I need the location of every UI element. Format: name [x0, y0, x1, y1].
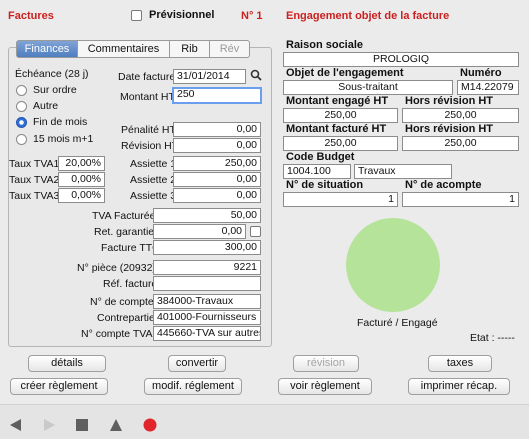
date-facture-label: Date facture [118, 71, 176, 83]
montant-ht-field[interactable]: 250 [172, 87, 262, 104]
compte-tva-label: N° compte TVA [81, 328, 153, 340]
echeance-label: Échéance (28 j) [15, 68, 89, 80]
radio-fin-de-mois-label: Fin de mois [33, 116, 88, 128]
raison-sociale-field[interactable]: PROLOGIQ [283, 52, 519, 67]
revision-label: Révision HT [121, 140, 179, 152]
etat-label: Etat : ----- [470, 332, 515, 344]
piece-label: N° pièce (20932) [77, 262, 156, 274]
modif-reglement-button[interactable]: modif. réglement [144, 378, 242, 395]
radio-15-mois-label: 15 mois m+1 [33, 133, 94, 145]
taux-tva2-field[interactable]: 0,00% [58, 172, 105, 187]
situation-field[interactable]: 1 [283, 192, 398, 207]
contrepartie-label: Contrepartie [97, 312, 155, 324]
code-budget-field[interactable]: 1004.100 [283, 164, 351, 179]
tab-finances[interactable]: Finances [16, 40, 78, 58]
record-icon[interactable] [143, 418, 157, 432]
taxes-button[interactable]: taxes [428, 355, 492, 372]
code-budget-desc[interactable]: Travaux [354, 164, 452, 179]
radio-sur-ordre-label: Sur ordre [33, 84, 77, 96]
radio-fin-de-mois[interactable] [16, 117, 27, 128]
montant-engage-label: Montant engagé HT [286, 95, 389, 107]
voir-reglement-button[interactable]: voir règlement [278, 378, 372, 395]
taux-tva3-label: Taux TVA3 [9, 190, 60, 202]
imprimer-recap-button[interactable]: imprimer récap. [408, 378, 510, 395]
date-facture-field[interactable]: 31/01/2014 [173, 69, 246, 84]
compte-tva-field[interactable]: 445660-TVA sur autres b [153, 326, 261, 341]
hors-revision-field-2[interactable]: 250,00 [402, 136, 519, 151]
facture-ttc-label: Facture TTC [101, 242, 160, 254]
engagement-title: Engagement objet de la facture [286, 10, 450, 22]
tab-commentaires[interactable]: Commentaires [78, 40, 170, 58]
details-button[interactable]: détails [28, 355, 106, 372]
radio-autre-label: Autre [33, 100, 59, 112]
numero-field[interactable]: M14.22079 [457, 80, 519, 95]
compte-label: N° de compte [90, 296, 154, 308]
revision-field[interactable]: 0,00 [173, 138, 261, 153]
objet-label: Objet de l'engagement [286, 67, 404, 79]
radio-15-mois[interactable] [16, 134, 27, 145]
up-icon[interactable] [109, 418, 123, 432]
stop-icon[interactable] [75, 418, 89, 432]
ret-garantie-label: Ret. garantie [94, 226, 155, 238]
penalite-field[interactable]: 0,00 [173, 122, 261, 137]
assiette1-field[interactable]: 250,00 [173, 156, 261, 171]
taux-tva1-label: Taux TVA1 [9, 158, 60, 170]
objet-field[interactable]: Sous-traitant [283, 80, 453, 95]
contrepartie-field[interactable]: 401000-Fournisseurs [153, 310, 261, 325]
window-title: Factures [8, 10, 54, 22]
previsionnel-label: Prévisionnel [149, 9, 215, 21]
hors-revision-field-1[interactable]: 250,00 [402, 108, 519, 123]
situation-label: N° de situation [286, 179, 364, 191]
hors-revision-label-1: Hors révision HT [405, 95, 494, 107]
hors-revision-label-2: Hors révision HT [405, 123, 494, 135]
pie-caption: Facturé / Engagé [357, 317, 438, 329]
ret-garantie-checkbox[interactable] [250, 226, 261, 237]
invoice-number: N° 1 [241, 10, 263, 22]
numero-label: Numéro [460, 67, 502, 79]
prev-icon[interactable] [8, 418, 22, 432]
radio-autre[interactable] [16, 101, 27, 112]
search-icon[interactable] [250, 69, 262, 81]
code-budget-label: Code Budget [286, 151, 355, 163]
compte-field[interactable]: 384000-Travaux [153, 294, 261, 309]
facture-ttc-field[interactable]: 300,00 [153, 240, 261, 255]
previsionnel-checkbox[interactable] [131, 10, 142, 21]
assiette2-label: Assiette 2 [130, 174, 177, 186]
assiette3-label: Assiette 3 [130, 190, 177, 202]
tva-facturee-label: TVA Facturée [92, 210, 156, 222]
tva-facturee-field[interactable]: 50,00 [153, 208, 261, 223]
penalite-label: Pénalité HT [121, 124, 176, 136]
radio-sur-ordre[interactable] [16, 85, 27, 96]
montant-facture-label: Montant facturé HT [286, 123, 387, 135]
assiette1-label: Assiette 1 [130, 158, 177, 170]
assiette2-field[interactable]: 0,00 [173, 172, 261, 187]
tab-bar: Finances Commentaires Rib Rév [16, 40, 250, 58]
acompte-field[interactable]: 1 [402, 192, 519, 207]
taux-tva3-field[interactable]: 0,00% [58, 188, 105, 203]
assiette3-field[interactable]: 0,00 [173, 188, 261, 203]
piece-field[interactable]: 9221 [153, 260, 261, 275]
montant-facture-field[interactable]: 250,00 [283, 136, 398, 151]
raison-sociale-label: Raison sociale [286, 39, 364, 51]
next-icon[interactable] [43, 418, 57, 432]
ret-garantie-field[interactable]: 0,00 [153, 224, 246, 239]
tab-rev[interactable]: Rév [210, 40, 250, 58]
taux-tva2-label: Taux TVA2 [9, 174, 60, 186]
ref-facture-label: Réf. facture [103, 278, 158, 290]
facture-engage-pie [346, 218, 440, 312]
taux-tva1-field[interactable]: 20,00% [58, 156, 105, 171]
montant-ht-label: Montant HT [120, 91, 175, 103]
ref-facture-field[interactable] [153, 276, 261, 291]
creer-reglement-button[interactable]: créer règlement [10, 378, 108, 395]
acompte-label: N° de acompte [405, 179, 482, 191]
revision-button[interactable]: révision [293, 355, 359, 372]
convertir-button[interactable]: convertir [168, 355, 226, 372]
tab-rib[interactable]: Rib [170, 40, 210, 58]
montant-engage-field[interactable]: 250,00 [283, 108, 398, 123]
